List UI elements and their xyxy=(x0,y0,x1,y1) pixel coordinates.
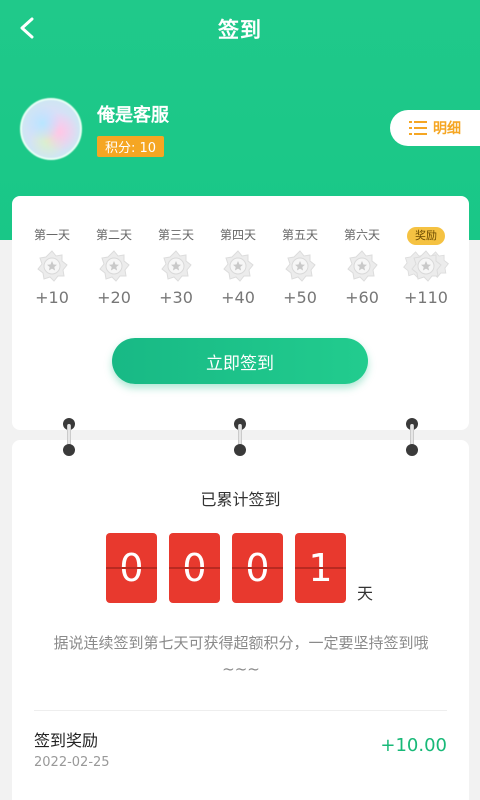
sign-in-button[interactable]: 立即签到 xyxy=(112,338,368,384)
day-label: 第二天 xyxy=(95,228,132,242)
tip-text: 据说连续签到第七天可获得超额积分，一定要坚持签到哦~~~ xyxy=(53,634,429,678)
counter-digit: 0 xyxy=(106,533,157,603)
star-badge-icon xyxy=(22,250,82,282)
day-label: 第四天 xyxy=(219,228,256,242)
record-amount: +10.00 xyxy=(380,735,447,756)
day-item-6: 第六天 +60 xyxy=(332,226,392,307)
binder-ring xyxy=(62,418,76,456)
day-label: 第三天 xyxy=(157,228,194,242)
day-label: 第一天 xyxy=(33,228,70,242)
day-item-4: 第四天 +40 xyxy=(208,226,268,307)
reward-tag: 奖励 xyxy=(407,227,445,245)
star-badge-icon xyxy=(332,250,392,282)
star-badge-icon xyxy=(270,250,330,282)
page-title: 签到 xyxy=(218,18,262,42)
accumulated-card: 已累计签到 0 0 0 1 天 据说连续签到第七天可获得超额积分，一定要坚持签到… xyxy=(12,440,469,800)
star-badge-icon xyxy=(208,250,268,282)
day-counter: 0 0 0 1 xyxy=(106,533,346,603)
ring-knob-bottom xyxy=(63,444,75,456)
record-title: 签到奖励 xyxy=(34,731,99,750)
day-item-2: 第二天 +20 xyxy=(84,226,144,307)
ring-knob-bottom xyxy=(406,444,418,456)
avatar[interactable] xyxy=(20,98,82,160)
checkin-card: 第一天 +10 第二天 +20 第三天 +30 第四天 +40 第五天 +50 … xyxy=(12,196,469,430)
day-points: +50 xyxy=(283,288,317,307)
multi-star-badge-icon xyxy=(396,250,456,282)
day-points: +60 xyxy=(345,288,379,307)
star-badge-icon xyxy=(146,250,206,282)
detail-button-label: 明细 xyxy=(433,121,461,137)
star-badge-icon xyxy=(84,250,144,282)
day-label: 第六天 xyxy=(343,228,380,242)
binder-ring xyxy=(233,418,247,456)
day-item-reward: 奖励 +110 xyxy=(396,226,456,307)
counter-digit: 1 xyxy=(295,533,346,603)
record-date: 2022-02-25 xyxy=(34,755,110,770)
points-badge: 积分: 10 xyxy=(97,136,165,157)
detail-button[interactable]: 明细 xyxy=(390,110,480,146)
day-points: +110 xyxy=(404,288,448,307)
day-points: +40 xyxy=(221,288,255,307)
day-points: +10 xyxy=(35,288,69,307)
day-points: +30 xyxy=(159,288,193,307)
divider xyxy=(34,710,447,711)
day-list: 第一天 +10 第二天 +20 第三天 +30 第四天 +40 第五天 +50 … xyxy=(22,226,462,316)
accumulated-title: 已累计签到 xyxy=(200,490,281,509)
top-bar: 签到 xyxy=(0,0,480,56)
day-label: 第五天 xyxy=(281,228,318,242)
day-points: +20 xyxy=(97,288,131,307)
list-icon xyxy=(409,121,427,135)
counter-digit: 0 xyxy=(169,533,220,603)
day-item-3: 第三天 +30 xyxy=(146,226,206,307)
day-item-1: 第一天 +10 xyxy=(22,226,82,307)
username: 俺是客服 xyxy=(97,105,169,126)
day-item-5: 第五天 +50 xyxy=(270,226,330,307)
reward-label-wrap: 奖励 xyxy=(396,226,456,245)
ring-knob-bottom xyxy=(234,444,246,456)
counter-unit: 天 xyxy=(357,584,374,603)
counter-digit: 0 xyxy=(232,533,283,603)
binder-ring xyxy=(405,418,419,456)
